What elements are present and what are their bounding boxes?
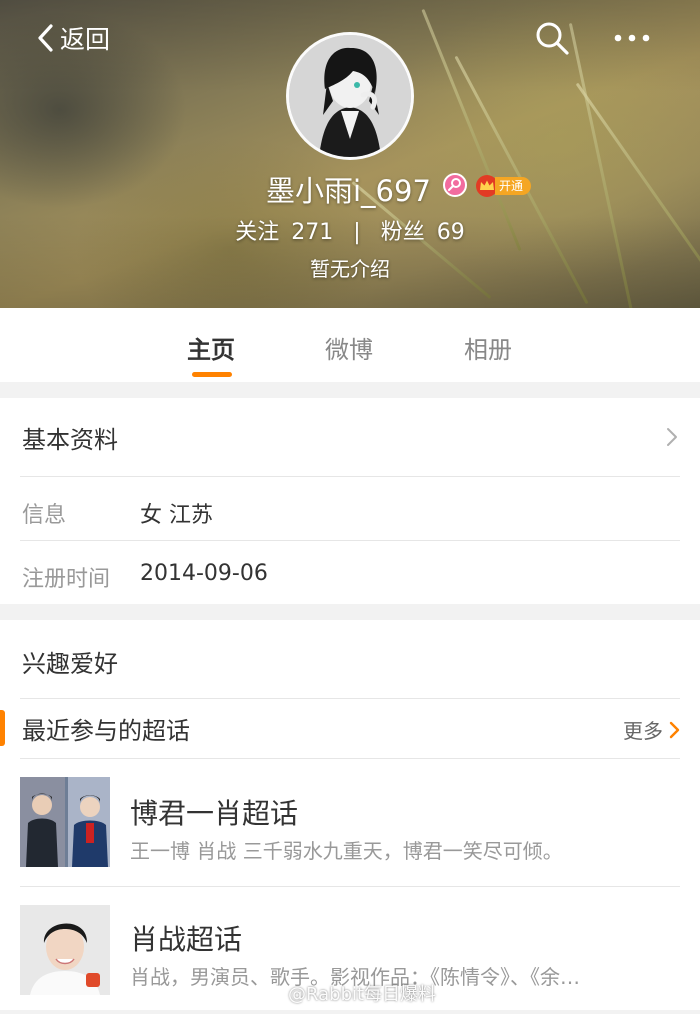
weibo-logo-icon (258, 985, 283, 1003)
followers-count: 69 (436, 220, 465, 245)
bio-text: 暂无介绍 (310, 257, 390, 281)
info-label: 信息 (22, 503, 67, 528)
profile-header: 返回 墨小雨i_697 开通 关注 271 | 粉丝 69 暂无介绍 (0, 0, 700, 308)
interests-card: 兴趣爱好 最近参与的超话 更多 博君一肖超话 王一博 肖战 三千弱水九重天，博君… (0, 620, 700, 1010)
following-label: 关注 (235, 220, 280, 245)
back-button[interactable]: 返回 (36, 20, 110, 56)
divider (20, 476, 680, 477)
chevron-right-icon (669, 721, 680, 738)
following-count: 271 (291, 220, 334, 245)
basic-info-header[interactable]: 基本资料 (0, 398, 700, 476)
tab-album[interactable]: 相册 (464, 330, 512, 365)
chevron-left-icon (38, 24, 53, 52)
watermark-text: @Rabbit每日爆料 (288, 984, 437, 1005)
female-gender-icon (443, 173, 467, 197)
section-accent-bar (0, 710, 5, 746)
divider (20, 540, 680, 541)
search-icon[interactable] (534, 20, 570, 56)
basic-info-card: 基本资料 信息 女 江苏 注册时间 2014-09-06 (0, 398, 700, 604)
divider (20, 886, 680, 887)
more-options-icon[interactable] (610, 24, 654, 52)
follow-stats: 关注 271 | 粉丝 69 (0, 214, 700, 246)
following-stat[interactable]: 关注 271 (235, 214, 333, 246)
nickname: 墨小雨i_697 (266, 174, 431, 208)
topic-thumbnail (20, 777, 110, 867)
chevron-right-icon (667, 428, 677, 446)
divider (20, 758, 680, 759)
name-row: 墨小雨i_697 开通 (0, 168, 700, 208)
vip-badge[interactable]: 开通 (475, 173, 532, 198)
active-tab-indicator (192, 372, 232, 377)
avatar-image (289, 35, 411, 157)
topic-description: 王一博 肖战 三千弱水九重天，博君一笑尽可倾。 (130, 839, 563, 863)
tab-home[interactable]: 主页 (187, 330, 235, 365)
topic-thumbnail (20, 905, 110, 995)
basic-info-title: 基本资料 (22, 426, 118, 454)
vip-label: 开通 (495, 176, 532, 195)
topic-name: 肖战超话 (130, 923, 243, 956)
topic-item[interactable]: 博君一肖超话 王一博 肖战 三千弱水九重天，博君一笑尽可倾。 (0, 760, 700, 886)
info-value: 女 江苏 (140, 503, 213, 528)
interests-title: 兴趣爱好 (22, 650, 118, 678)
back-label: 返回 (60, 25, 111, 54)
profile-tabs: 主页 微博 相册 (0, 308, 700, 382)
followers-stat[interactable]: 粉丝 69 (381, 214, 465, 246)
more-label: 更多 (623, 719, 663, 743)
more-topics-link[interactable]: 更多 (623, 715, 680, 744)
topic-name: 博君一肖超话 (130, 797, 299, 830)
watermark: @Rabbit每日爆料 (258, 980, 436, 1006)
avatar[interactable] (286, 32, 414, 160)
stats-separator: | (353, 220, 361, 245)
divider (20, 698, 680, 699)
recent-topics-title: 最近参与的超话 (22, 717, 190, 745)
register-time-label: 注册时间 (22, 567, 111, 592)
register-time-value: 2014-09-06 (140, 561, 268, 586)
followers-label: 粉丝 (380, 220, 425, 245)
tab-weibo[interactable]: 微博 (325, 330, 373, 365)
